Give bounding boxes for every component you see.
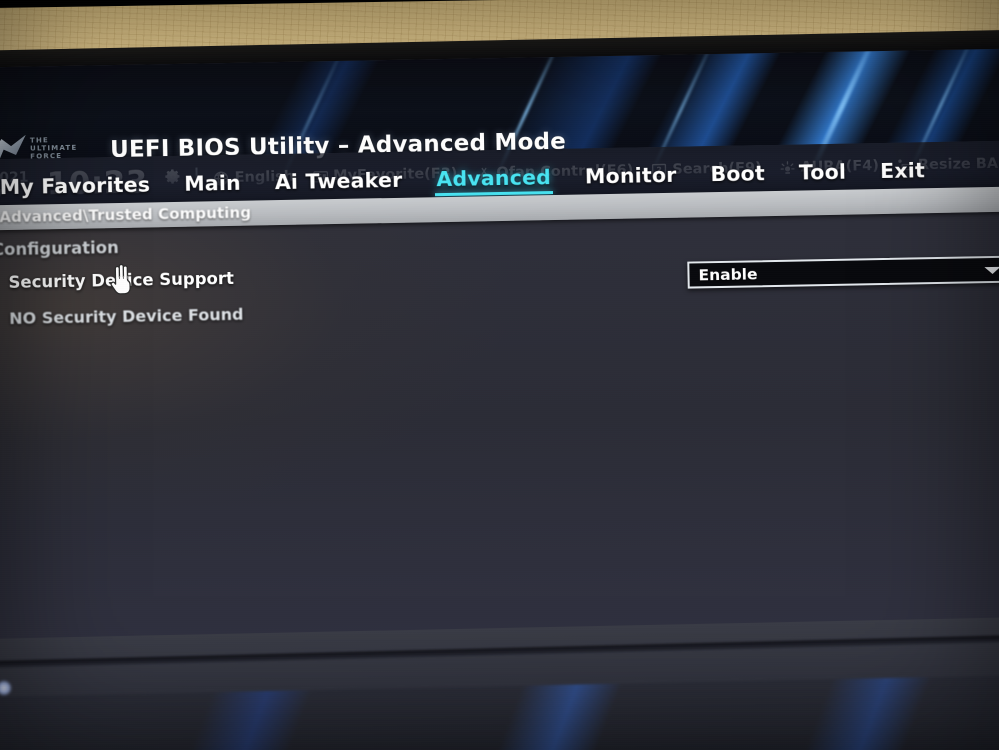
security-device-status: NO Security Device Found	[9, 304, 244, 329]
bios-screen: THE ULTIMATE FORCE UEFI BIOS Utility – A…	[0, 48, 999, 668]
chevron-down-icon	[984, 266, 999, 275]
tab-tool[interactable]: Tool	[782, 159, 864, 185]
section-heading: Configuration	[0, 238, 119, 260]
tab-monitor[interactable]: Monitor	[568, 162, 694, 189]
security-device-support-dropdown[interactable]: Enable	[687, 255, 999, 289]
tab-boot[interactable]: Boot	[693, 161, 782, 187]
tab-advanced[interactable]: Advanced	[419, 165, 568, 192]
tab-exit[interactable]: Exit	[863, 158, 942, 183]
tab-my-favorites[interactable]: My Favorites	[0, 172, 167, 199]
photo-scene: THE ULTIMATE FORCE UEFI BIOS Utility – A…	[0, 0, 999, 750]
tab-ai-tweaker[interactable]: Ai Tweaker	[258, 167, 420, 194]
hand-pointer-cursor	[106, 261, 137, 296]
dropdown-selected-value: Enable	[698, 264, 758, 284]
tab-main[interactable]: Main	[167, 170, 258, 196]
